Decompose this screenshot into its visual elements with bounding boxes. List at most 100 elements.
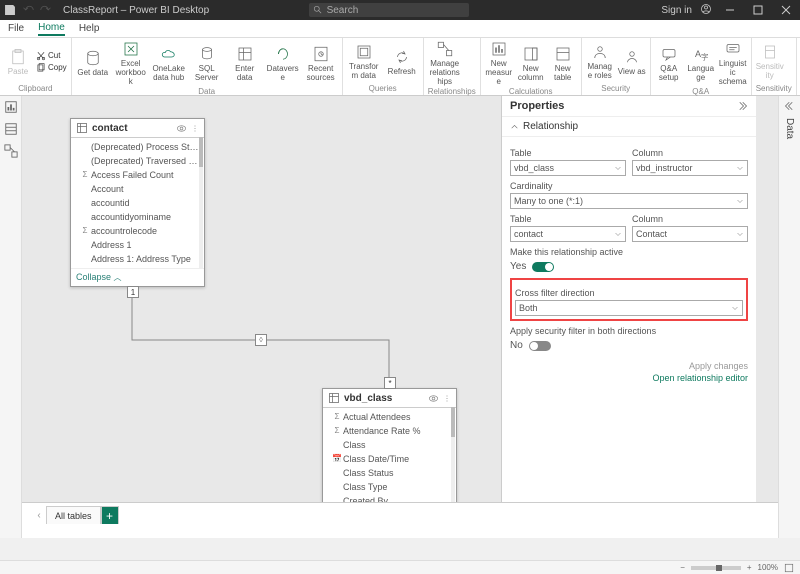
- minimize-button[interactable]: [720, 3, 740, 17]
- label-security-filter: Apply security filter in both directions: [510, 326, 748, 336]
- get-data-button[interactable]: Get data: [76, 40, 110, 86]
- user-icon[interactable]: [700, 3, 712, 18]
- paste-button[interactable]: Paste: [4, 40, 32, 83]
- view-as-button[interactable]: View as: [618, 40, 646, 83]
- table-field[interactable]: accountid: [81, 196, 204, 210]
- highlight-crossfilter: Cross filter direction Both: [510, 278, 748, 321]
- label-crossfilter: Cross filter direction: [515, 288, 743, 298]
- data-view-icon[interactable]: [4, 122, 18, 136]
- select-column1[interactable]: vbd_instructor: [632, 160, 748, 176]
- table-field[interactable]: Address 1: [81, 238, 204, 252]
- table-field[interactable]: Address 1: Address Type: [81, 252, 204, 266]
- toggle-active[interactable]: [532, 262, 554, 272]
- undo-icon[interactable]: [22, 4, 34, 16]
- maximize-button[interactable]: [748, 3, 768, 17]
- manage-relationships-button[interactable]: Manage relationships: [428, 40, 462, 86]
- table-field[interactable]: ΣActual Attendees: [333, 410, 456, 424]
- table-scrollbar[interactable]: [199, 137, 203, 268]
- fit-page-icon[interactable]: [784, 563, 794, 573]
- search-icon: [313, 5, 323, 15]
- tab-all-tables[interactable]: All tables: [46, 506, 101, 524]
- tab-scroll-left[interactable]: ‹: [32, 506, 46, 524]
- table-card-contact[interactable]: contact (Deprecated) Process Stage(Depre…: [70, 118, 205, 287]
- new-column-button[interactable]: New column: [517, 40, 545, 86]
- group-sensitivity-label: Sensitivity: [756, 84, 792, 93]
- select-table1[interactable]: vbd_class: [510, 160, 626, 176]
- zoom-value: 100%: [758, 563, 778, 572]
- label-active: Make this relationship active: [510, 247, 748, 257]
- svg-text:字: 字: [701, 51, 709, 61]
- expand-panel-icon[interactable]: [736, 100, 748, 112]
- table-field[interactable]: Class Type: [333, 480, 456, 494]
- table-field[interactable]: ΣAccess Failed Count: [81, 168, 204, 182]
- menu-home[interactable]: Home: [38, 22, 65, 36]
- onelake-button[interactable]: OneLake data hub: [152, 40, 186, 86]
- right-rail-label[interactable]: Data: [784, 118, 795, 139]
- zoom-slider[interactable]: [691, 566, 741, 570]
- table-field[interactable]: Σaccountrolecode: [81, 224, 204, 238]
- transform-data-button[interactable]: Transform data: [347, 40, 381, 83]
- properties-panel: Properties Relationship Table vbd_class …: [501, 96, 756, 538]
- qa-setup-button[interactable]: Q&A setup: [655, 40, 683, 86]
- select-column2[interactable]: Contact: [632, 226, 748, 242]
- right-rail: Data: [778, 96, 800, 538]
- menu-file[interactable]: File: [8, 23, 24, 34]
- table-field[interactable]: Class Status: [333, 466, 456, 480]
- table-field[interactable]: Account: [81, 182, 204, 196]
- workspace: contact (Deprecated) Process Stage(Depre…: [0, 96, 800, 538]
- table-field[interactable]: ΣAttendance Rate %: [333, 424, 456, 438]
- window-title: ClassReport – Power BI Desktop: [63, 5, 209, 16]
- sensitivity-button[interactable]: Sensitivity: [756, 40, 784, 83]
- new-table-button[interactable]: New table: [549, 40, 577, 86]
- table-field[interactable]: 📅Class Date/Time: [333, 452, 456, 466]
- table-title: contact: [92, 123, 172, 134]
- relationship-filter-icon[interactable]: [255, 334, 267, 346]
- cut-button[interactable]: Cut: [36, 51, 67, 61]
- label-cardinality: Cardinality: [510, 181, 748, 191]
- select-cardinality[interactable]: Many to one (*:1): [510, 193, 748, 209]
- redo-icon[interactable]: [40, 4, 52, 16]
- new-measure-button[interactable]: New measure: [485, 40, 513, 86]
- collapse-button[interactable]: Collapse ︿: [71, 268, 204, 286]
- linguistic-schema-button[interactable]: Linguistic schema: [719, 40, 747, 86]
- toggle-security[interactable]: [529, 341, 551, 351]
- table-field[interactable]: (Deprecated) Traversed Path: [81, 154, 204, 168]
- manage-roles-button[interactable]: Manage roles: [586, 40, 614, 83]
- model-view-icon[interactable]: [4, 144, 18, 158]
- save-icon[interactable]: [4, 4, 16, 16]
- visibility-icon[interactable]: [176, 123, 187, 134]
- panel-section-relationship[interactable]: Relationship: [502, 117, 756, 137]
- table-field[interactable]: (Deprecated) Process Stage: [81, 140, 204, 154]
- search-placeholder: Search: [327, 5, 359, 16]
- bottombar: ‹ All tables +: [22, 502, 778, 538]
- collapse-right-icon[interactable]: [784, 100, 796, 112]
- enter-data-button[interactable]: Enter data: [228, 40, 262, 86]
- close-button[interactable]: [776, 3, 796, 17]
- table-title: vbd_class: [344, 393, 424, 404]
- refresh-button[interactable]: Refresh: [385, 40, 419, 83]
- signin-text[interactable]: Sign in: [661, 5, 692, 16]
- group-relationships-label: Relationships: [428, 87, 476, 96]
- active-value: Yes: [510, 261, 526, 272]
- excel-button[interactable]: Excel workbook: [114, 40, 148, 86]
- select-table2[interactable]: contact: [510, 226, 626, 242]
- report-view-icon[interactable]: [4, 100, 18, 114]
- visibility-icon[interactable]: [428, 393, 439, 404]
- sql-button[interactable]: SQL Server: [190, 40, 224, 86]
- table-fields: (Deprecated) Process Stage(Deprecated) T…: [71, 138, 204, 268]
- open-editor-link[interactable]: Open relationship editor: [510, 373, 748, 383]
- menu-help[interactable]: Help: [79, 23, 100, 34]
- recent-sources-button[interactable]: Recent sources: [304, 40, 338, 86]
- tab-add[interactable]: +: [101, 506, 119, 524]
- dataverse-button[interactable]: Dataverse: [266, 40, 300, 86]
- copy-button[interactable]: Copy: [36, 63, 67, 73]
- relationship-end-many: *: [384, 377, 396, 389]
- table-field[interactable]: accountidyominame: [81, 210, 204, 224]
- table-field[interactable]: Class: [333, 438, 456, 452]
- select-crossfilter[interactable]: Both: [515, 300, 743, 316]
- more-icon[interactable]: [443, 393, 451, 404]
- more-icon[interactable]: [191, 123, 199, 134]
- language-button[interactable]: A字Language: [687, 40, 715, 86]
- model-canvas[interactable]: contact (Deprecated) Process Stage(Depre…: [22, 96, 778, 538]
- search-box[interactable]: Search: [309, 3, 469, 17]
